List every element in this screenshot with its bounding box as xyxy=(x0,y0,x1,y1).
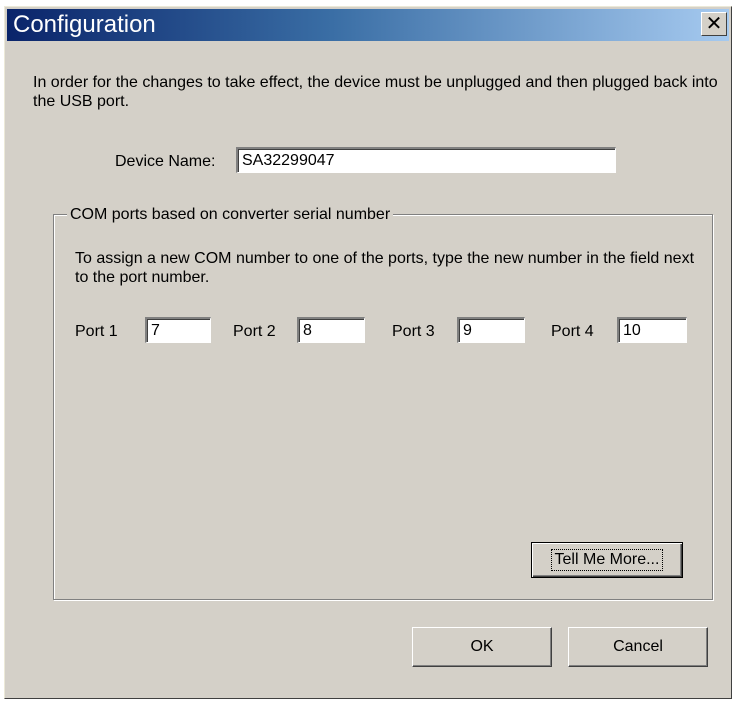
com-ports-legend: COM ports based on converter serial numb… xyxy=(67,205,394,224)
configuration-dialog: Configuration ✕ In order for the changes… xyxy=(4,6,732,699)
port-1-field[interactable] xyxy=(145,317,211,343)
port-3-label: Port 3 xyxy=(392,323,435,340)
ok-label: OK xyxy=(470,638,494,655)
com-ports-description: To assign a new COM number to one of the… xyxy=(75,250,695,286)
port-4-field[interactable] xyxy=(617,317,687,343)
port-2-field[interactable] xyxy=(297,317,365,343)
close-button[interactable]: ✕ xyxy=(701,12,727,36)
port-4-label: Port 4 xyxy=(551,323,594,340)
tell-me-more-button[interactable]: Tell Me More... xyxy=(531,542,683,578)
cancel-label: Cancel xyxy=(613,638,663,655)
cancel-button[interactable]: Cancel xyxy=(568,627,708,667)
intro-text: In order for the changes to take effect,… xyxy=(33,74,718,110)
tell-me-more-label: Tell Me More... xyxy=(550,549,664,571)
port-1-label: Port 1 xyxy=(75,323,118,340)
device-name-field[interactable] xyxy=(236,147,616,173)
port-2-label: Port 2 xyxy=(233,323,276,340)
ok-button[interactable]: OK xyxy=(412,627,552,667)
close-icon: ✕ xyxy=(705,13,723,35)
window-title: Configuration xyxy=(13,11,156,38)
device-name-label: Device Name: xyxy=(115,153,216,170)
port-3-field[interactable] xyxy=(457,317,525,343)
title-bar[interactable]: Configuration ✕ xyxy=(7,9,729,41)
